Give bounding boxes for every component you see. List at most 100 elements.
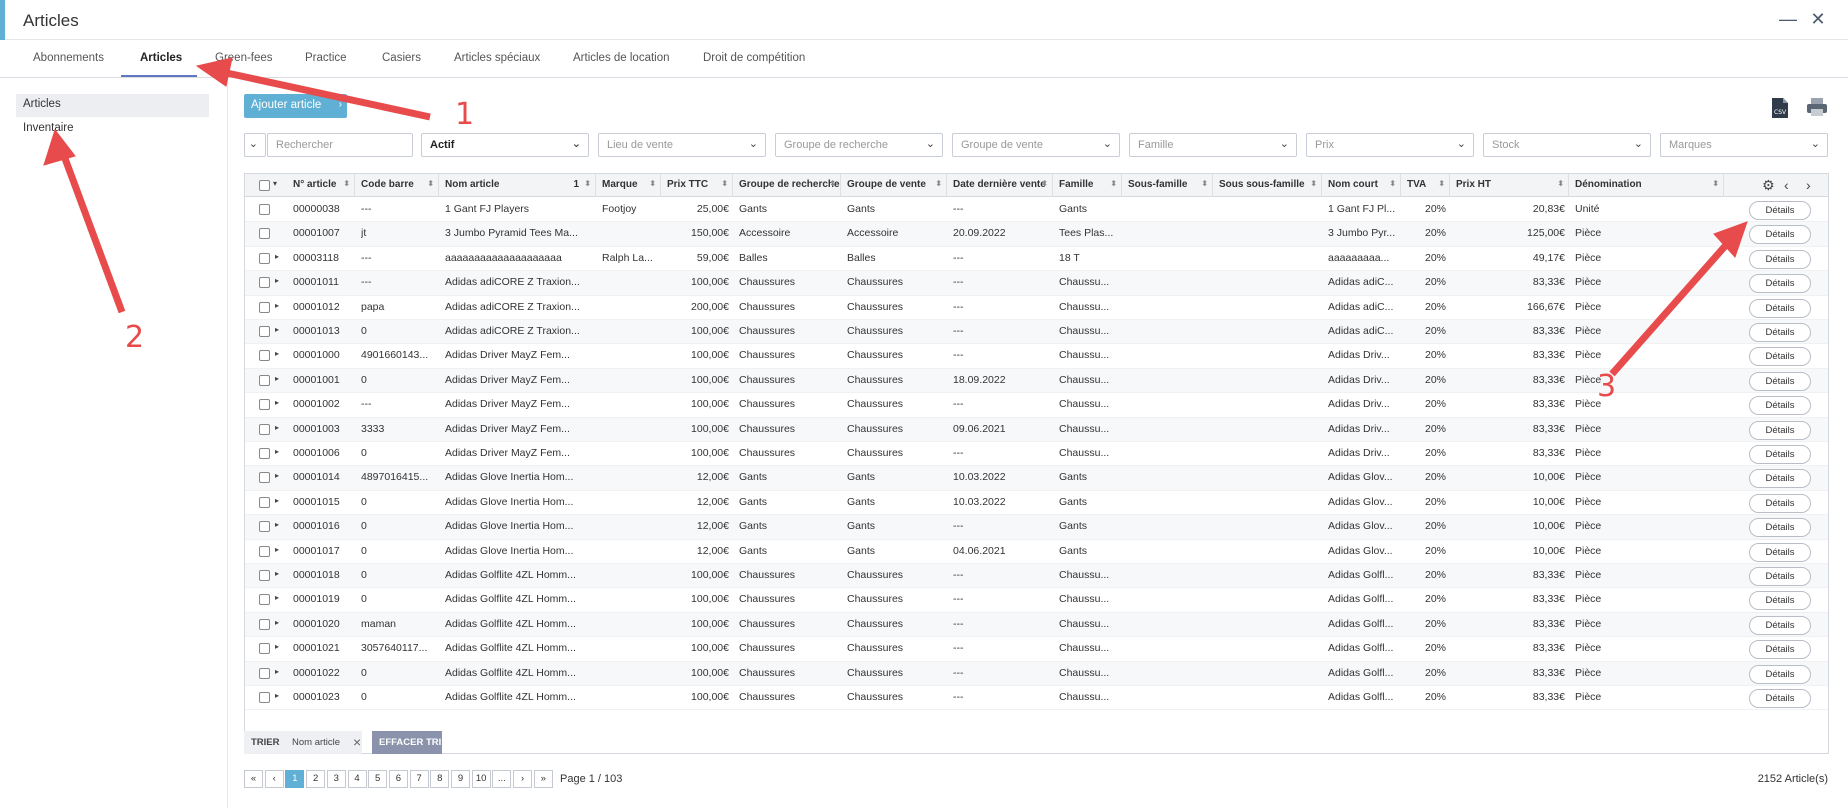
- row-checkbox[interactable]: [259, 277, 270, 289]
- column-header-tva[interactable]: TVA ⬍: [1401, 174, 1450, 197]
- table-row[interactable]: ▸ 00001003 3333 Adidas Driver MayZ Fem... 10…: [245, 417, 1828, 442]
- details-button[interactable]: Détails: [1749, 201, 1811, 220]
- sort-icon[interactable]: ⬍: [584, 179, 591, 188]
- table-row[interactable]: ▸ 00001002 --- Adidas Driver MayZ Fem... 100…: [245, 393, 1828, 418]
- page-3-button[interactable]: 3: [326, 770, 346, 788]
- details-button[interactable]: Détails: [1749, 347, 1811, 367]
- details-button[interactable]: Détails: [1749, 518, 1811, 538]
- table-row[interactable]: ▸ 00001020 maman Adidas Golflite 4ZL Homm..…: [245, 612, 1828, 638]
- chevron-left-icon[interactable]: ‹: [1784, 177, 1789, 193]
- column-header-groupe-recherche[interactable]: Groupe de recherche ⬍: [733, 174, 841, 197]
- page-4-button[interactable]: 4: [347, 770, 367, 788]
- details-button[interactable]: Détails: [1749, 420, 1811, 440]
- details-button[interactable]: Détails: [1749, 567, 1811, 586]
- select-all-filter-dropdown[interactable]: ⌄: [244, 133, 266, 157]
- details-button[interactable]: Détails: [1749, 445, 1811, 464]
- expand-row-icon[interactable]: ▸: [275, 593, 279, 602]
- expand-row-icon[interactable]: ▸: [275, 349, 279, 358]
- table-row[interactable]: ▸ 00003118 --- aaaaaaaaaaaaaaaaaaaa Ralph La…: [245, 247, 1828, 272]
- sort-icon[interactable]: ⬍: [343, 179, 350, 188]
- tab-droit-competition[interactable]: Droit de compétition: [703, 52, 805, 64]
- expand-row-icon[interactable]: ▸: [275, 496, 279, 505]
- row-checkbox[interactable]: [259, 423, 270, 435]
- details-button[interactable]: Détails: [1749, 615, 1811, 635]
- table-row[interactable]: ▸ 00001018 0 Adidas Golflite 4ZL Homm... 100…: [245, 564, 1828, 589]
- groupe-recherche-select[interactable]: Groupe de recherche ⌄: [775, 133, 943, 157]
- row-checkbox[interactable]: [259, 667, 270, 679]
- marques-select[interactable]: Marques ⌄: [1660, 133, 1828, 157]
- tab-abonnements[interactable]: Abonnements: [33, 52, 104, 64]
- table-row[interactable]: ▸ 00001019 0 Adidas Golflite 4ZL Homm... 100…: [245, 588, 1828, 613]
- column-header-famille[interactable]: Famille ⬍: [1053, 174, 1122, 197]
- tab-casiers[interactable]: Casiers: [382, 52, 421, 64]
- table-row[interactable]: ▸ 00001012 papa Adidas adiCORE Z Traxion...…: [245, 296, 1828, 320]
- sort-icon[interactable]: ⬍: [1041, 179, 1048, 188]
- table-row[interactable]: ▸ 00001022 0 Adidas Golflite 4ZL Homm... 100…: [245, 661, 1828, 686]
- tab-articles-speciaux[interactable]: Articles spéciaux: [454, 52, 540, 64]
- gear-icon[interactable]: ⚙: [1762, 177, 1775, 194]
- sort-icon[interactable]: ⬍: [1557, 179, 1564, 188]
- row-checkbox[interactable]: [259, 545, 270, 557]
- details-button[interactable]: Détails: [1749, 274, 1811, 294]
- details-button[interactable]: Détails: [1749, 396, 1811, 416]
- column-header-numero[interactable]: N° article ⬍: [287, 174, 355, 197]
- details-button[interactable]: Détails: [1749, 689, 1811, 708]
- printer-icon[interactable]: [1806, 97, 1828, 119]
- page-10-button[interactable]: 10: [471, 770, 491, 788]
- expand-row-icon[interactable]: ▸: [275, 642, 279, 651]
- details-button[interactable]: Détails: [1749, 371, 1811, 391]
- details-button[interactable]: Détails: [1749, 323, 1811, 342]
- last-page-icon[interactable]: »: [533, 770, 553, 788]
- expand-row-icon[interactable]: ▸: [275, 691, 279, 700]
- first-page-icon[interactable]: «: [244, 770, 263, 788]
- column-header-code-barre[interactable]: Code barre ⬍: [355, 174, 439, 197]
- tab-green-fees[interactable]: Green-fees: [215, 52, 273, 64]
- row-checkbox[interactable]: [259, 521, 270, 533]
- search-input[interactable]: Rechercher: [267, 133, 413, 157]
- page-7-button[interactable]: 7: [409, 770, 429, 788]
- page-ellipsis-button[interactable]: ...: [492, 770, 512, 788]
- column-header-nom-article[interactable]: Nom article 1 ⬍: [439, 174, 596, 197]
- expand-row-icon[interactable]: ▸: [275, 520, 279, 529]
- page-2-button[interactable]: 2: [306, 770, 326, 788]
- csv-export-icon[interactable]: CSV: [1770, 97, 1792, 119]
- row-checkbox[interactable]: [259, 496, 270, 508]
- page-1-button[interactable]: 1: [285, 770, 305, 788]
- page-9-button[interactable]: 9: [451, 770, 470, 788]
- expand-row-icon[interactable]: ▸: [275, 276, 279, 285]
- sort-icon[interactable]: ⬍: [427, 179, 434, 188]
- table-row[interactable]: ▸ 00001015 0 Adidas Glove Inertia Hom... 12,…: [245, 491, 1828, 516]
- details-button[interactable]: Détails: [1749, 640, 1811, 660]
- table-row[interactable]: ▸ 00001021 3057640117... Adidas Golflite 4Z…: [245, 637, 1828, 662]
- row-checkbox[interactable]: [259, 374, 270, 386]
- row-checkbox[interactable]: [259, 399, 270, 411]
- sort-icon[interactable]: ⬍: [721, 179, 728, 188]
- tab-practice[interactable]: Practice: [305, 52, 347, 64]
- page-5-button[interactable]: 5: [368, 770, 388, 788]
- groupe-vente-select[interactable]: Groupe de vente ⌄: [952, 133, 1120, 157]
- row-checkbox[interactable]: [259, 472, 270, 484]
- sidebar-item-inventaire[interactable]: Inventaire: [16, 118, 209, 141]
- table-row[interactable]: 00000038 --- 1 Gant FJ Players Footjoy 25,00…: [245, 198, 1828, 223]
- prix-select[interactable]: Prix ⌄: [1306, 133, 1474, 157]
- expand-row-icon[interactable]: ▸: [275, 545, 279, 554]
- column-header-prix-ttc[interactable]: Prix TTC ⬍: [661, 174, 733, 197]
- sort-icon[interactable]: ⬍: [1110, 179, 1117, 188]
- row-checkbox[interactable]: [259, 692, 270, 703]
- table-row[interactable]: ▸ 00001006 0 Adidas Driver MayZ Fem... 100,0…: [245, 442, 1828, 467]
- expand-row-icon[interactable]: ▸: [275, 447, 279, 456]
- sort-icon[interactable]: ⬍: [1389, 179, 1396, 188]
- column-header-denomination[interactable]: Dénomination ⬍: [1569, 174, 1724, 197]
- prev-page-icon[interactable]: ‹: [264, 770, 284, 788]
- chevron-right-icon[interactable]: ›: [1806, 177, 1811, 193]
- remove-sort-icon[interactable]: ×: [353, 734, 361, 750]
- sort-icon[interactable]: ⬍: [649, 179, 656, 188]
- column-header-groupe-vente[interactable]: Groupe de vente ⬍: [841, 174, 947, 197]
- table-row[interactable]: 00001007 jt 3 Jumbo Pyramid Tees Ma... 150,…: [245, 222, 1828, 247]
- sidebar-item-articles[interactable]: Articles: [16, 94, 209, 117]
- table-row[interactable]: ▸ 00001023 0 Adidas Golflite 4ZL Homm... 100…: [245, 686, 1828, 711]
- row-checkbox[interactable]: [259, 204, 270, 215]
- tab-articles[interactable]: Articles: [140, 52, 182, 64]
- sort-icon[interactable]: ⬍: [1712, 179, 1719, 188]
- select-all-checkbox[interactable]: [259, 180, 270, 191]
